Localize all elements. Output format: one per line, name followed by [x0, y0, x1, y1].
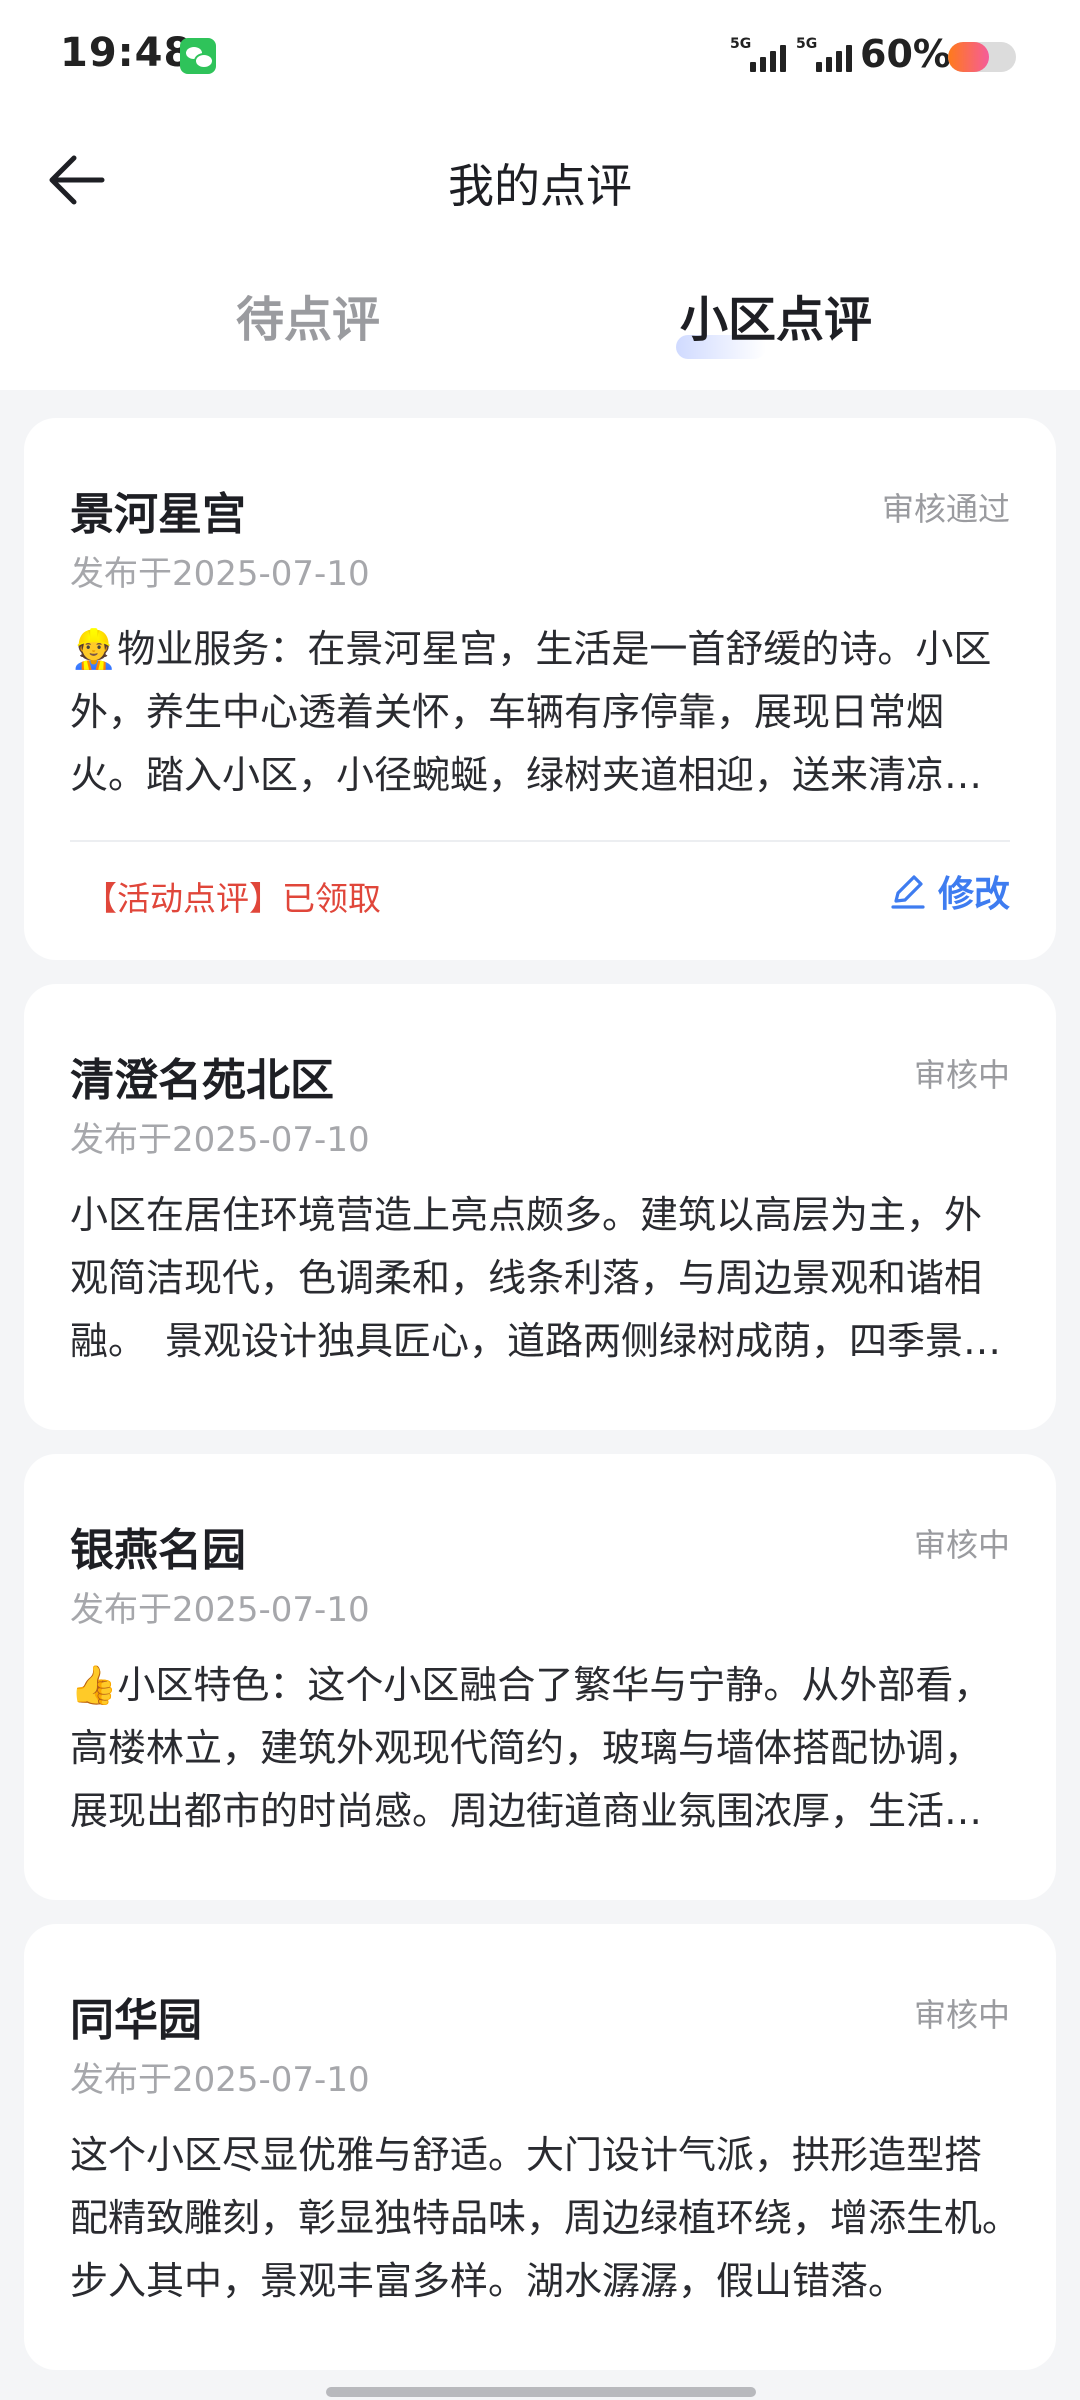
review-card[interactable]: 同华园 审核中 发布于2025-07-10 这个小区尽显优雅与舒适。大门设计气派… [24, 1924, 1056, 2370]
review-card[interactable]: 清澄名苑北区 审核中 发布于2025-07-10 小区在居住环境营造上亮点颇多。… [24, 984, 1056, 1430]
community-name: 清澄名苑北区 [70, 1055, 334, 1106]
community-name: 景河星宫 [70, 489, 246, 540]
signal-icon: 5G [796, 36, 856, 76]
activity-label: 【活动点评】已领取 [84, 879, 381, 918]
status-time: 19:48 [60, 30, 193, 76]
review-card[interactable]: 景河星宫 审核通过 发布于2025-07-10 👷物业服务：在景河星宫，生活是一… [24, 418, 1056, 960]
review-content: 👍小区特色：这个小区融合了繁华与宁静。从外部看，高楼林立，建筑外观现代简约，玻璃… [70, 1663, 992, 1833]
review-status: 审核通过 [881, 490, 1010, 528]
review-status: 审核中 [913, 1056, 1010, 1094]
battery-percent: 60% [860, 32, 951, 76]
edit-pencil-icon [891, 875, 925, 909]
wechat-icon [180, 38, 216, 74]
community-name: 同华园 [70, 1995, 202, 2046]
publish-date: 发布于2025-07-10 [70, 554, 370, 594]
publish-date: 发布于2025-07-10 [70, 1120, 370, 1160]
review-page: 19:48 5G 5G 60% 我的点评 待点评 小区点评 景河星宫 审核通过 … [0, 0, 1080, 2400]
page-title: 我的点评 [448, 159, 632, 213]
edit-button[interactable]: 修改 [888, 864, 1010, 918]
review-status: 审核中 [913, 1996, 1010, 2034]
divider [70, 840, 1010, 842]
review-status: 审核中 [913, 1526, 1010, 1564]
publish-date: 发布于2025-07-10 [70, 2060, 370, 2100]
review-content: 这个小区尽显优雅与舒适。大门设计气派，拱形造型搭配精致雕刻，彰显独特品味，周边绿… [70, 2133, 1010, 2303]
signal-label: 5G [796, 36, 818, 52]
signal-icon: 5G [730, 36, 790, 76]
community-name: 银燕名园 [70, 1525, 246, 1576]
tab-pending-reviews[interactable]: 待点评 [236, 280, 380, 350]
review-content: 👷物业服务：在景河星宫，生活是一首舒缓的诗。小区外，养生中心透着关怀，车辆有序停… [70, 627, 992, 797]
header: 我的点评 待点评 小区点评 [0, 110, 1080, 390]
publish-date: 发布于2025-07-10 [70, 1590, 370, 1630]
signal-label: 5G [730, 36, 752, 52]
tab-community-reviews[interactable]: 小区点评 [680, 280, 872, 350]
edit-label: 修改 [937, 874, 1010, 915]
review-content: 小区在居住环境营造上亮点颇多。建筑以高层为主，外观简洁现代，色调柔和，线条利落，… [70, 1193, 1002, 1363]
review-card[interactable]: 银燕名园 审核中 发布于2025-07-10 👍小区特色：这个小区融合了繁华与宁… [24, 1454, 1056, 1900]
battery-icon [948, 42, 1016, 72]
home-indicator[interactable] [326, 2387, 756, 2397]
status-bar: 19:48 5G 5G 60% [0, 0, 1080, 110]
